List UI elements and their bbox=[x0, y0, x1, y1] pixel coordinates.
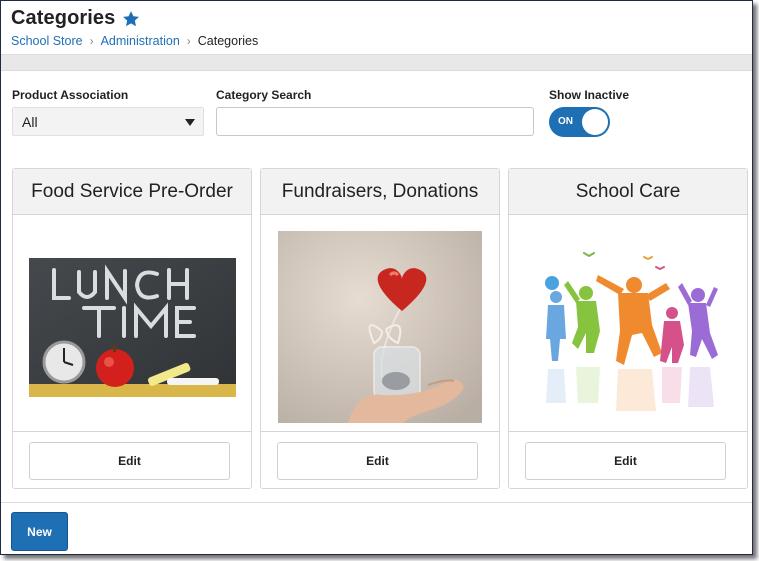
chevron-right-icon: › bbox=[89, 34, 94, 48]
show-inactive-toggle[interactable]: ON bbox=[549, 107, 610, 137]
breadcrumb-current: Categories bbox=[197, 34, 259, 48]
page-title: Categories bbox=[11, 7, 116, 29]
category-search-label: Category Search bbox=[216, 88, 312, 102]
heart-in-jar-image bbox=[278, 231, 482, 423]
card-footer: Edit bbox=[509, 431, 747, 489]
edit-button[interactable]: Edit bbox=[525, 442, 726, 480]
card-title: Food Service Pre-Order bbox=[13, 169, 251, 215]
action-bar: New bbox=[1, 502, 752, 554]
title-row: Categories bbox=[11, 7, 140, 30]
toggle-state-text: ON bbox=[558, 116, 573, 127]
show-inactive-label: Show Inactive bbox=[549, 88, 630, 102]
product-association-value: All bbox=[22, 114, 38, 130]
toggle-knob bbox=[582, 109, 608, 135]
jumping-children-image bbox=[538, 243, 724, 415]
breadcrumb-school-store[interactable]: School Store bbox=[11, 34, 83, 48]
caret-down-icon bbox=[185, 119, 195, 126]
category-card: School Care Edit bbox=[508, 168, 748, 489]
edit-button[interactable]: Edit bbox=[277, 442, 478, 480]
lunch-time-chalkboard-image bbox=[29, 258, 236, 397]
category-card: Fundraisers, Donations Edit bbox=[260, 168, 500, 489]
edit-button[interactable]: Edit bbox=[29, 442, 230, 480]
star-icon[interactable] bbox=[122, 10, 140, 28]
category-search-input[interactable] bbox=[216, 107, 534, 136]
breadcrumb-administration[interactable]: Administration bbox=[101, 34, 180, 48]
breadcrumb: School Store › Administration › Categori… bbox=[11, 34, 258, 48]
product-association-select[interactable]: All bbox=[12, 107, 204, 136]
card-title: School Care bbox=[509, 169, 747, 215]
header-divider bbox=[1, 54, 752, 71]
page-header: Categories School Store › Administration… bbox=[1, 1, 752, 54]
card-title: Fundraisers, Donations bbox=[261, 169, 499, 215]
chevron-right-icon: › bbox=[186, 34, 191, 48]
product-association-label: Product Association bbox=[12, 88, 129, 102]
window-frame: Categories School Store › Administration… bbox=[0, 0, 753, 555]
card-footer: Edit bbox=[13, 431, 251, 489]
new-button[interactable]: New bbox=[11, 512, 68, 551]
category-card: Food Service Pre-Order Edit bbox=[12, 168, 252, 489]
card-footer: Edit bbox=[261, 431, 499, 489]
